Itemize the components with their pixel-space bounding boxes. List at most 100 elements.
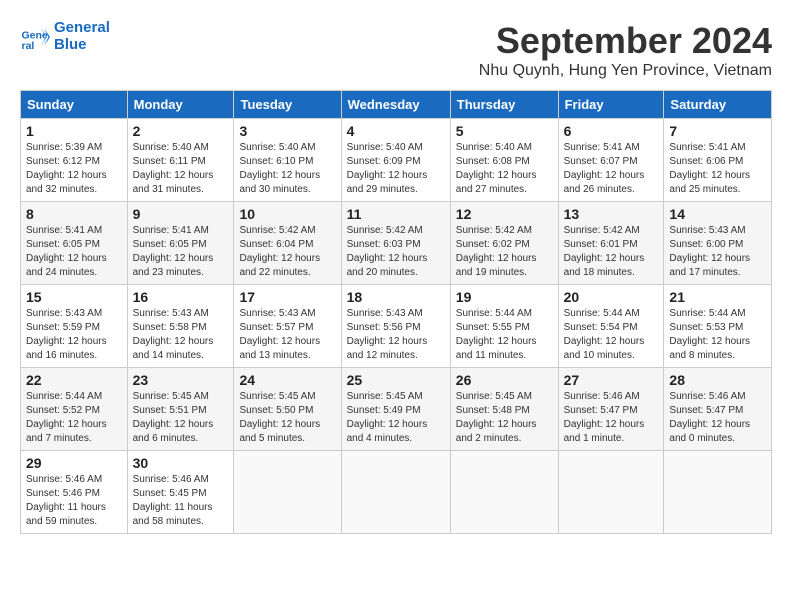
calendar-cell: 9 Sunrise: 5:41 AM Sunset: 6:05 PM Daylig… (127, 202, 234, 285)
day-info: Sunrise: 5:45 AM Sunset: 5:49 PM Dayligh… (347, 390, 445, 446)
day-number: 13 (564, 206, 659, 222)
day-info: Sunrise: 5:41 AM Sunset: 6:05 PM Dayligh… (133, 224, 229, 280)
day-info: Sunrise: 5:46 AM Sunset: 5:47 PM Dayligh… (669, 390, 766, 446)
calendar-cell: 14 Sunrise: 5:43 AM Sunset: 6:00 PM Dayli… (664, 202, 772, 285)
day-info: Sunrise: 5:40 AM Sunset: 6:08 PM Dayligh… (456, 141, 553, 197)
calendar-cell: 25Sunrise: 5:45 AM Sunset: 5:49 PM Dayli… (341, 368, 450, 451)
day-info: Sunrise: 5:43 AM Sunset: 5:57 PM Dayligh… (239, 307, 335, 363)
calendar-cell: 18Sunrise: 5:43 AM Sunset: 5:56 PM Dayli… (341, 285, 450, 368)
calendar-body: 1 Sunrise: 5:39 AM Sunset: 6:12 PM Daylig… (21, 119, 772, 534)
logo-line1: General (54, 20, 110, 37)
day-number: 9 (133, 206, 229, 222)
calendar-cell: 22 Sunrise: 5:44 AM Sunset: 5:52 PM Dayli… (21, 368, 128, 451)
day-number: 21 (669, 289, 766, 305)
calendar-cell: 23 Sunrise: 5:45 AM Sunset: 5:51 PM Dayli… (127, 368, 234, 451)
calendar-cell: 13 Sunrise: 5:42 AM Sunset: 6:01 PM Dayli… (558, 202, 664, 285)
day-number: 11 (347, 206, 445, 222)
calendar-cell: 12Sunrise: 5:42 AM Sunset: 6:02 PM Dayli… (450, 202, 558, 285)
calendar-cell (558, 451, 664, 534)
day-info: Sunrise: 5:45 AM Sunset: 5:48 PM Dayligh… (456, 390, 553, 446)
day-info: Sunrise: 5:41 AM Sunset: 6:07 PM Dayligh… (564, 141, 659, 197)
calendar-cell: 6 Sunrise: 5:41 AM Sunset: 6:07 PM Daylig… (558, 119, 664, 202)
calendar-cell (450, 451, 558, 534)
day-number: 5 (456, 123, 553, 139)
day-info: Sunrise: 5:45 AM Sunset: 5:51 PM Dayligh… (133, 390, 229, 446)
calendar-week-4: 22 Sunrise: 5:44 AM Sunset: 5:52 PM Dayli… (21, 368, 772, 451)
calendar-header-thursday: Thursday (450, 91, 558, 119)
calendar-week-1: 1 Sunrise: 5:39 AM Sunset: 6:12 PM Daylig… (21, 119, 772, 202)
day-info: Sunrise: 5:44 AM Sunset: 5:52 PM Dayligh… (26, 390, 122, 446)
calendar-week-5: 29 Sunrise: 5:46 AM Sunset: 5:46 PM Dayli… (21, 451, 772, 534)
day-info: Sunrise: 5:46 AM Sunset: 5:47 PM Dayligh… (564, 390, 659, 446)
day-info: Sunrise: 5:46 AM Sunset: 5:46 PM Dayligh… (26, 473, 122, 529)
day-number: 26 (456, 372, 553, 388)
calendar-header-wednesday: Wednesday (341, 91, 450, 119)
calendar-cell: 16 Sunrise: 5:43 AM Sunset: 5:58 PM Dayli… (127, 285, 234, 368)
day-info: Sunrise: 5:41 AM Sunset: 6:05 PM Dayligh… (26, 224, 122, 280)
day-number: 16 (133, 289, 229, 305)
calendar-cell: 17 Sunrise: 5:43 AM Sunset: 5:57 PM Dayli… (234, 285, 341, 368)
day-number: 7 (669, 123, 766, 139)
day-info: Sunrise: 5:42 AM Sunset: 6:01 PM Dayligh… (564, 224, 659, 280)
day-number: 2 (133, 123, 229, 139)
calendar-cell: 28 Sunrise: 5:46 AM Sunset: 5:47 PM Dayli… (664, 368, 772, 451)
day-number: 14 (669, 206, 766, 222)
calendar-cell: 21 Sunrise: 5:44 AM Sunset: 5:53 PM Dayli… (664, 285, 772, 368)
calendar-cell: 11 Sunrise: 5:42 AM Sunset: 6:03 PM Dayli… (341, 202, 450, 285)
calendar-cell: 1 Sunrise: 5:39 AM Sunset: 6:12 PM Daylig… (21, 119, 128, 202)
calendar-cell (341, 451, 450, 534)
day-info: Sunrise: 5:43 AM Sunset: 5:56 PM Dayligh… (347, 307, 445, 363)
calendar-cell: 20Sunrise: 5:44 AM Sunset: 5:54 PM Dayli… (558, 285, 664, 368)
calendar-cell: 7 Sunrise: 5:41 AM Sunset: 6:06 PM Daylig… (664, 119, 772, 202)
day-number: 28 (669, 372, 766, 388)
day-number: 17 (239, 289, 335, 305)
day-info: Sunrise: 5:39 AM Sunset: 6:12 PM Dayligh… (26, 141, 122, 197)
day-info: Sunrise: 5:40 AM Sunset: 6:11 PM Dayligh… (133, 141, 229, 197)
day-number: 27 (564, 372, 659, 388)
calendar-header-saturday: Saturday (664, 91, 772, 119)
day-number: 8 (26, 206, 122, 222)
day-info: Sunrise: 5:42 AM Sunset: 6:03 PM Dayligh… (347, 224, 445, 280)
calendar-cell: 30Sunrise: 5:46 AM Sunset: 5:45 PM Dayli… (127, 451, 234, 534)
day-info: Sunrise: 5:42 AM Sunset: 6:04 PM Dayligh… (239, 224, 335, 280)
day-number: 29 (26, 455, 122, 471)
day-info: Sunrise: 5:40 AM Sunset: 6:09 PM Dayligh… (347, 141, 445, 197)
calendar-cell: 27 Sunrise: 5:46 AM Sunset: 5:47 PM Dayli… (558, 368, 664, 451)
calendar-cell: 24 Sunrise: 5:45 AM Sunset: 5:50 PM Dayli… (234, 368, 341, 451)
day-info: Sunrise: 5:42 AM Sunset: 6:02 PM Dayligh… (456, 224, 553, 280)
day-number: 10 (239, 206, 335, 222)
calendar-cell: 8 Sunrise: 5:41 AM Sunset: 6:05 PM Daylig… (21, 202, 128, 285)
logo: Gene ral General Blue (20, 20, 110, 53)
logo-line2: Blue (54, 37, 110, 54)
day-info: Sunrise: 5:44 AM Sunset: 5:55 PM Dayligh… (456, 307, 553, 363)
day-info: Sunrise: 5:43 AM Sunset: 5:59 PM Dayligh… (26, 307, 122, 363)
calendar-cell: 2 Sunrise: 5:40 AM Sunset: 6:11 PM Daylig… (127, 119, 234, 202)
day-number: 23 (133, 372, 229, 388)
location-title: Nhu Quynh, Hung Yen Province, Vietnam (479, 62, 772, 80)
day-number: 22 (26, 372, 122, 388)
calendar-cell (234, 451, 341, 534)
day-info: Sunrise: 5:45 AM Sunset: 5:50 PM Dayligh… (239, 390, 335, 446)
calendar-header-sunday: Sunday (21, 91, 128, 119)
day-number: 24 (239, 372, 335, 388)
day-number: 15 (26, 289, 122, 305)
calendar-table: SundayMondayTuesdayWednesdayThursdayFrid… (20, 90, 772, 534)
calendar-cell (664, 451, 772, 534)
day-number: 19 (456, 289, 553, 305)
calendar-cell: 15 Sunrise: 5:43 AM Sunset: 5:59 PM Dayli… (21, 285, 128, 368)
day-number: 1 (26, 123, 122, 139)
calendar-cell: 4Sunrise: 5:40 AM Sunset: 6:09 PM Daylig… (341, 119, 450, 202)
svg-text:ral: ral (22, 40, 35, 52)
calendar-cell: 10 Sunrise: 5:42 AM Sunset: 6:04 PM Dayli… (234, 202, 341, 285)
day-number: 3 (239, 123, 335, 139)
calendar-header-friday: Friday (558, 91, 664, 119)
calendar-week-2: 8 Sunrise: 5:41 AM Sunset: 6:05 PM Daylig… (21, 202, 772, 285)
day-number: 6 (564, 123, 659, 139)
day-info: Sunrise: 5:43 AM Sunset: 5:58 PM Dayligh… (133, 307, 229, 363)
day-info: Sunrise: 5:41 AM Sunset: 6:06 PM Dayligh… (669, 141, 766, 197)
calendar-cell: 19 Sunrise: 5:44 AM Sunset: 5:55 PM Dayli… (450, 285, 558, 368)
calendar-header-monday: Monday (127, 91, 234, 119)
logo-icon: Gene ral (20, 22, 50, 52)
day-info: Sunrise: 5:44 AM Sunset: 5:53 PM Dayligh… (669, 307, 766, 363)
day-info: Sunrise: 5:43 AM Sunset: 6:00 PM Dayligh… (669, 224, 766, 280)
